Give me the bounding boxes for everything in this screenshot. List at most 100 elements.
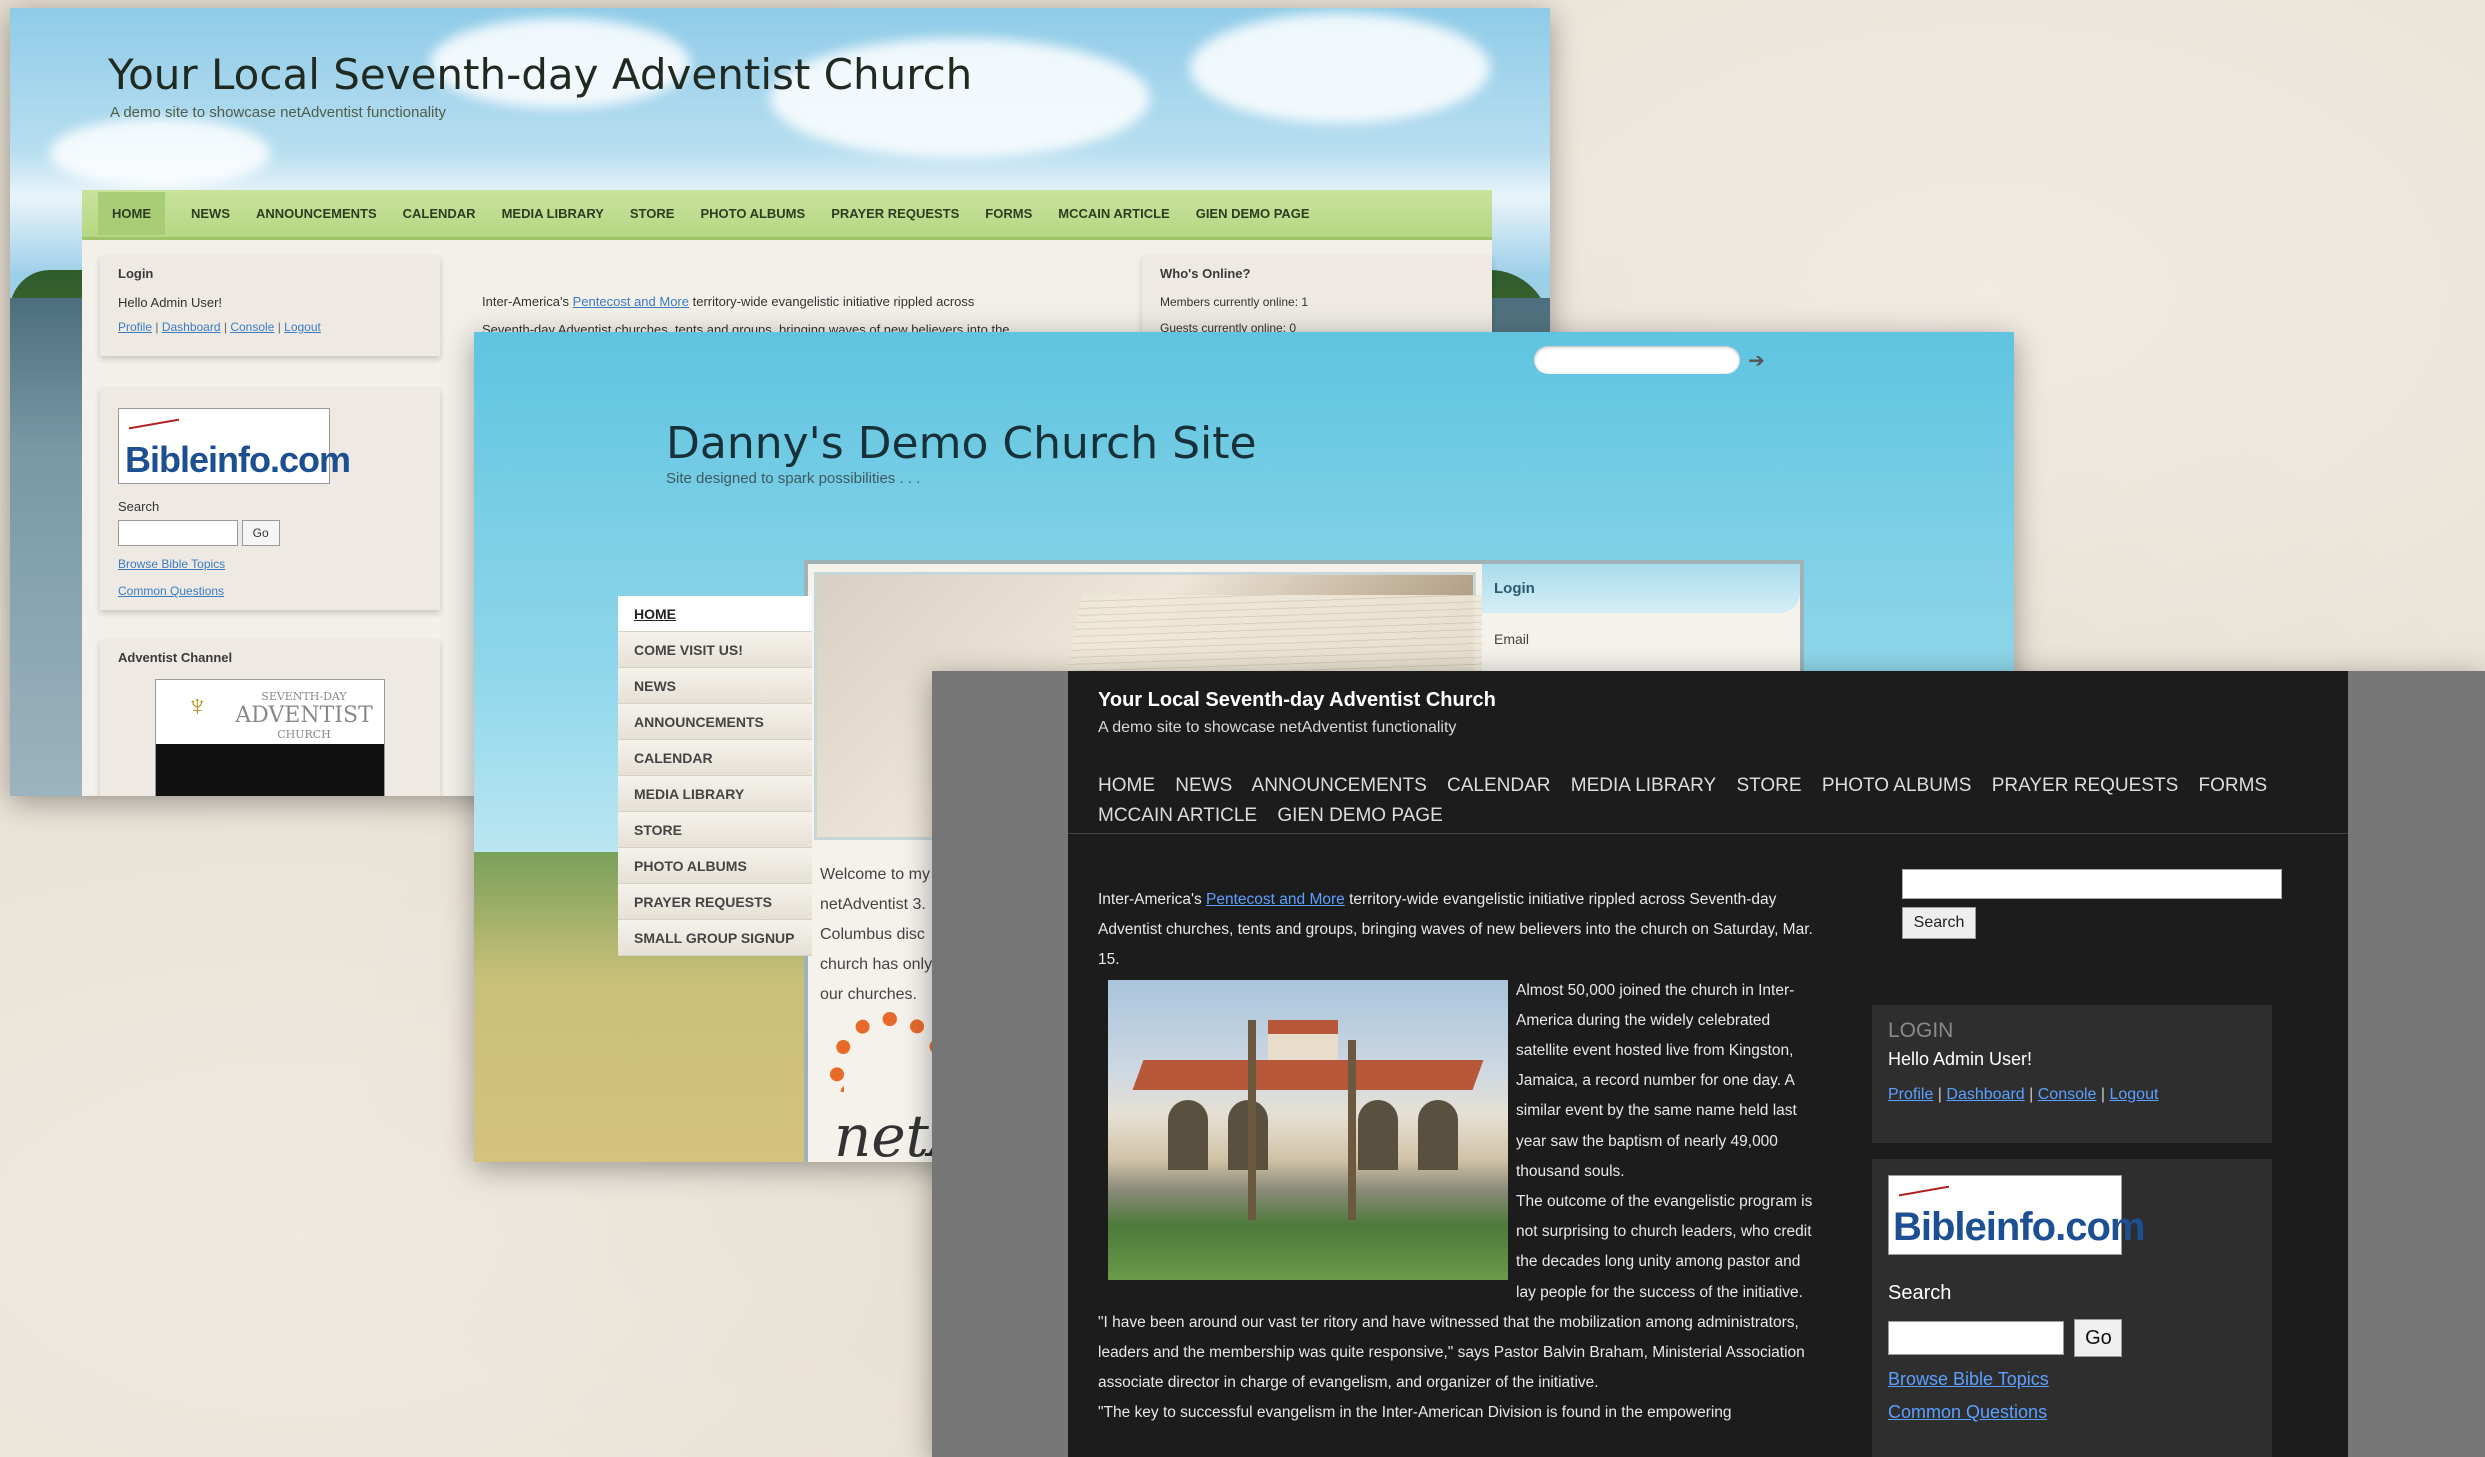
menu-photo-albums[interactable]: PHOTO ALBUMS <box>618 848 812 884</box>
nav-gien-demo-page[interactable]: GIEN DEMO PAGE <box>1277 805 1442 826</box>
menu-home[interactable]: HOME <box>618 596 812 632</box>
go-button[interactable]: Go <box>241 520 280 546</box>
search-label: Search <box>118 499 160 514</box>
nav-store[interactable]: STORE <box>1736 775 1801 796</box>
menu-come-visit-us[interactable]: COME VISIT US! <box>618 632 812 668</box>
menu-store[interactable]: STORE <box>618 812 812 848</box>
login-box: LOGIN Hello Admin User! Profile | Dashbo… <box>1872 1005 2272 1143</box>
site-search-input[interactable] <box>1902 869 2282 899</box>
login-greeting: Hello Admin User! <box>118 295 223 310</box>
site-tagline: A demo site to showcase netAdventist fun… <box>110 104 447 121</box>
adventist-channel-box: Adventist Channel ♆ SEVENTH-DAY ADVENTIS… <box>100 640 440 796</box>
menu-announcements[interactable]: ANNOUNCEMENTS <box>618 704 812 740</box>
menu-calendar[interactable]: CALENDAR <box>618 740 812 776</box>
menu-news[interactable]: NEWS <box>618 668 812 704</box>
welcome-line: Welcome to my <box>820 866 930 883</box>
adventist-logo[interactable]: ♆ SEVENTH-DAY ADVENTIST CHURCH <box>155 679 385 796</box>
site-title: Danny's Demo Church Site <box>666 418 1257 469</box>
nav-media-library[interactable]: MEDIA LIBRARY <box>502 198 604 229</box>
site-title: Your Local Seventh-day Adventist Church <box>108 50 973 99</box>
bibleinfo-logo-text: Bibleinfo.com <box>125 439 351 480</box>
divider <box>1068 833 2348 834</box>
welcome-text: Welcome to my netAdventist 3. Columbus d… <box>820 860 940 1010</box>
bibleinfo-box: Bibleinfo.com Search Go Browse Bible Top… <box>100 388 440 610</box>
profile-link[interactable]: Profile <box>118 320 152 334</box>
menu-media-library[interactable]: MEDIA LIBRARY <box>618 776 812 812</box>
dashboard-link[interactable]: Dashboard <box>1946 1086 2024 1103</box>
bibleinfo-logo[interactable]: Bibleinfo.com <box>1888 1175 2145 1255</box>
nav-photo-albums[interactable]: PHOTO ALBUMS <box>700 198 805 229</box>
article-pre: Inter-America's <box>482 294 570 309</box>
nav-mccain-article[interactable]: MCCAIN ARTICLE <box>1098 805 1257 826</box>
main-nav: HOME NEWS ANNOUNCEMENTS CALENDAR MEDIA L… <box>82 190 1492 240</box>
logo-line-2: ADVENTIST <box>235 703 373 728</box>
nav-news[interactable]: NEWS <box>1175 775 1232 796</box>
nav-calendar[interactable]: CALENDAR <box>1447 775 1550 796</box>
bible-search-input[interactable] <box>1888 1321 2064 1355</box>
nav-announcements[interactable]: ANNOUNCEMENTS <box>1252 775 1427 796</box>
console-link[interactable]: Console <box>2038 1086 2097 1103</box>
menu-prayer-requests[interactable]: PRAYER REQUESTS <box>618 884 812 920</box>
browse-bible-topics-link[interactable]: Browse Bible Topics <box>118 557 225 571</box>
bible-search-input[interactable] <box>118 520 238 546</box>
nav-calendar[interactable]: CALENDAR <box>403 198 476 229</box>
logout-link[interactable]: Logout <box>284 320 321 334</box>
bibleinfo-logo-text: Bibleinfo.com <box>1893 1205 2145 1249</box>
console-link[interactable]: Console <box>230 320 274 334</box>
nav-announcements[interactable]: ANNOUNCEMENTS <box>256 198 377 229</box>
bibleinfo-logo[interactable]: Bibleinfo.com <box>118 408 351 484</box>
flame-icon: ♆ <box>186 690 209 723</box>
common-questions-link[interactable]: Common Questions <box>1888 1402 2256 1423</box>
nav-prayer-requests[interactable]: PRAYER REQUESTS <box>831 198 959 229</box>
video-player[interactable] <box>156 744 384 796</box>
logout-link[interactable]: Logout <box>2109 1086 2158 1103</box>
email-label: Email <box>1494 631 1530 647</box>
welcome-line: netAdventist 3. <box>820 896 926 913</box>
welcome-line: church has only <box>820 956 933 973</box>
adventist-channel-heading: Adventist Channel <box>118 650 233 665</box>
article-pre: Inter-America's <box>1098 891 1202 908</box>
site-search-input[interactable] <box>1534 346 1740 374</box>
nav-forms[interactable]: FORMS <box>985 198 1032 229</box>
nav-prayer-requests[interactable]: PRAYER REQUESTS <box>1992 775 2179 796</box>
cloud <box>1190 13 1490 123</box>
nav-news[interactable]: NEWS <box>191 198 230 229</box>
profile-link[interactable]: Profile <box>1888 1086 1933 1103</box>
screenshot-dark-theme: Your Local Seventh-day Adventist Church … <box>932 671 2485 1457</box>
browse-bible-topics-link[interactable]: Browse Bible Topics <box>1888 1369 2256 1390</box>
login-box: Login Hello Admin User! Profile | Dashbo… <box>100 256 440 356</box>
site-title[interactable]: Your Local Seventh-day Adventist Church <box>1098 689 1496 712</box>
search-arrow-icon[interactable]: ➔ <box>1748 348 1765 373</box>
logo-line-1: SEVENTH-DAY <box>261 690 347 703</box>
article-paragraph: "The key to successful evangelism in the… <box>1098 1404 1732 1422</box>
bibleinfo-dots-icon <box>129 408 179 430</box>
nav-forms[interactable]: FORMS <box>2199 775 2268 796</box>
main-nav: HOME NEWS ANNOUNCEMENTS CALENDAR MEDIA L… <box>1098 771 2298 831</box>
pentecost-link[interactable]: Pentecost and More <box>573 294 689 309</box>
welcome-line: Columbus disc <box>820 926 925 943</box>
nav-home[interactable]: HOME <box>1098 775 1155 796</box>
nav-mccain-article[interactable]: MCCAIN ARTICLE <box>1058 198 1169 229</box>
members-online: Members currently online: 1 <box>1160 295 1309 309</box>
nav-home[interactable]: HOME <box>98 192 165 235</box>
side-menu: HOME COME VISIT US! NEWS ANNOUNCEMENTS C… <box>618 596 812 956</box>
nav-store[interactable]: STORE <box>630 198 675 229</box>
nav-photo-albums[interactable]: PHOTO ALBUMS <box>1822 775 1972 796</box>
nav-media-library[interactable]: MEDIA LIBRARY <box>1571 775 1716 796</box>
welcome-line: our churches. <box>820 986 917 1003</box>
article-post: territory-wide evangelistic initiative r… <box>692 294 975 309</box>
site-tagline: A demo site to showcase netAdventist fun… <box>1098 719 1457 736</box>
pentecost-link[interactable]: Pentecost and More <box>1206 891 1345 908</box>
logo-line-3: CHURCH <box>277 728 331 741</box>
go-button[interactable]: Go <box>2074 1319 2123 1357</box>
menu-small-group-signup[interactable]: SMALL GROUP SIGNUP <box>618 920 812 956</box>
nav-gien-demo-page[interactable]: GIEN DEMO PAGE <box>1196 198 1310 229</box>
search-button[interactable]: Search <box>1902 907 1976 939</box>
site-tagline: Site designed to spark possibilities . .… <box>666 470 921 487</box>
common-questions-link[interactable]: Common Questions <box>118 584 224 598</box>
bibleinfo-box: Bibleinfo.com Search Go Browse Bible Top… <box>1872 1159 2272 1457</box>
page-panel: Your Local Seventh-day Adventist Church … <box>1068 671 2348 1457</box>
article-body: Inter-America's Pentecost and More terri… <box>1098 885 1818 1429</box>
dashboard-link[interactable]: Dashboard <box>162 320 221 334</box>
cloud <box>50 118 270 188</box>
